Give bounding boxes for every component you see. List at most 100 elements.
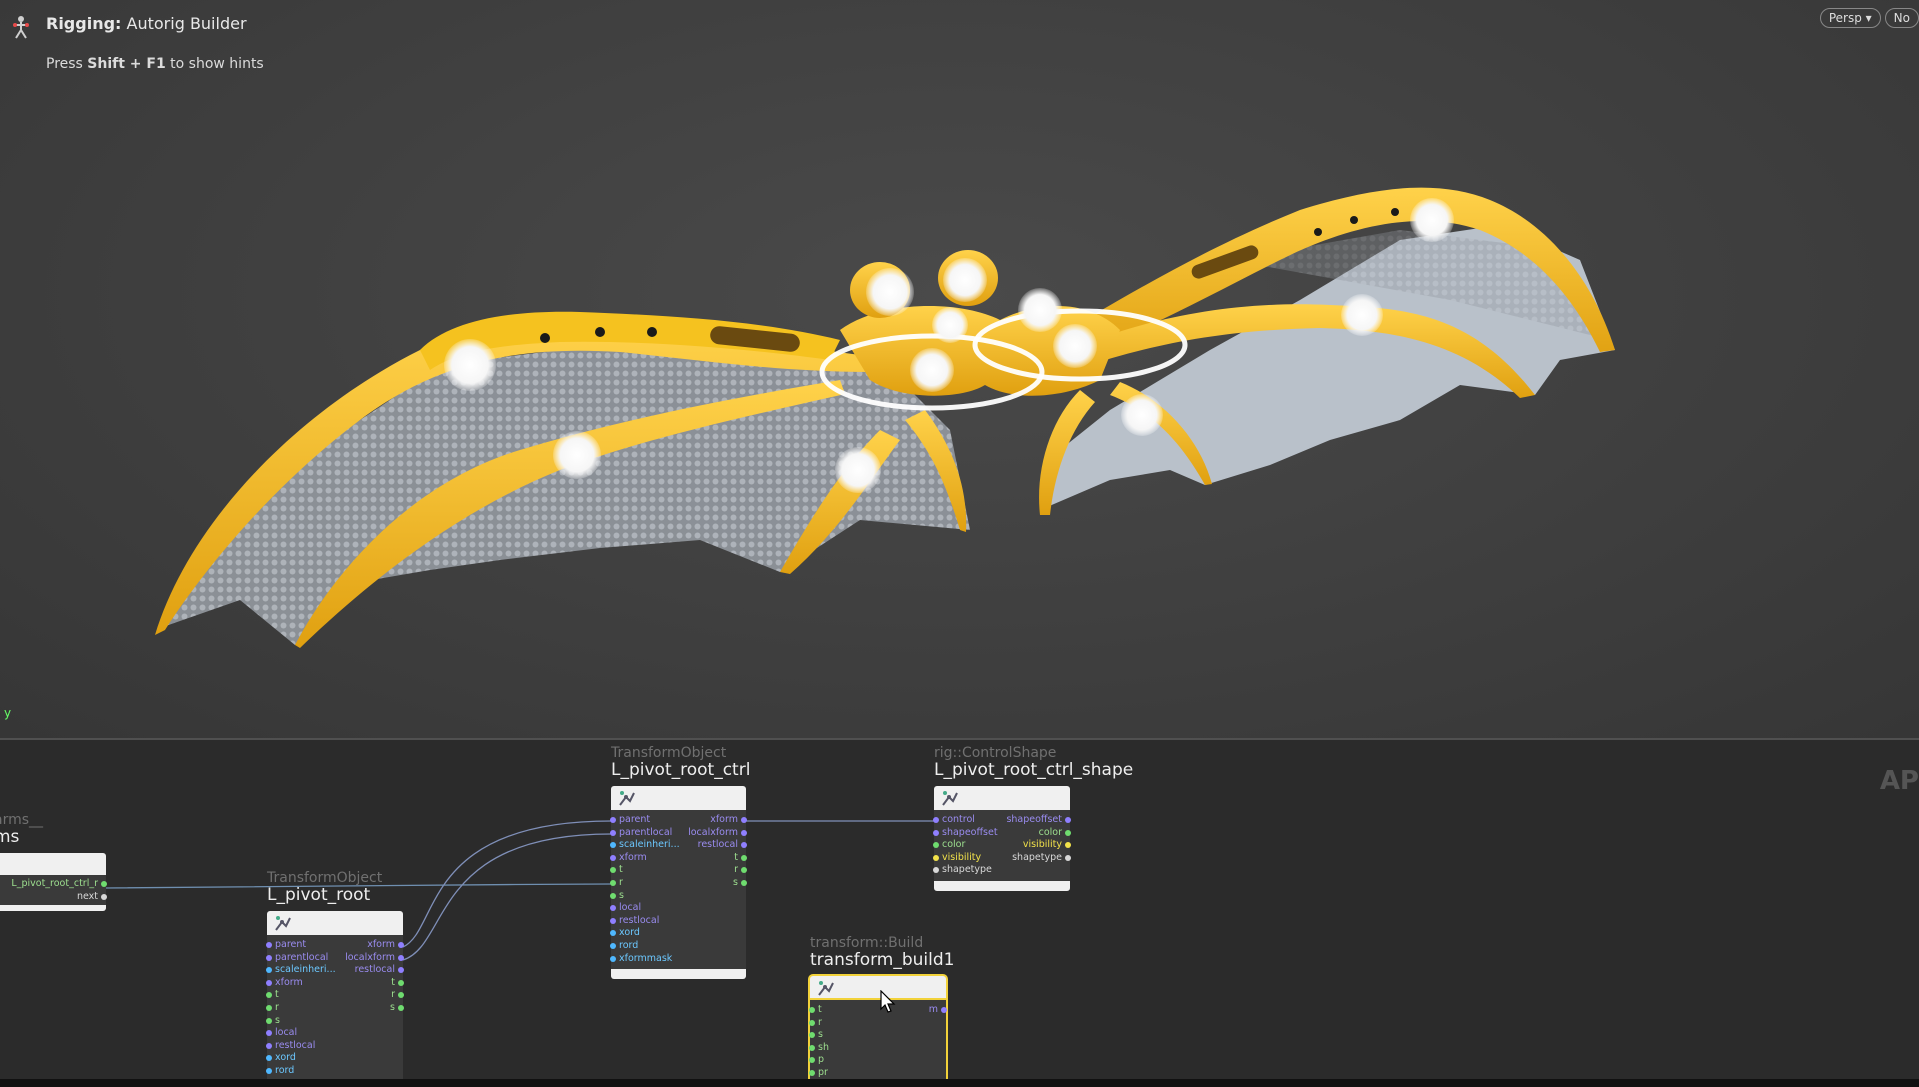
port-dot[interactable] bbox=[741, 880, 747, 886]
display-options-button[interactable]: No bbox=[1884, 8, 1919, 28]
out-port-xform[interactable]: xform bbox=[710, 814, 747, 826]
port-dot[interactable] bbox=[610, 892, 616, 899]
in-port-pr[interactable]: pr bbox=[809, 1067, 828, 1079]
in-port-t[interactable]: t bbox=[266, 989, 279, 1001]
port-dot[interactable] bbox=[610, 943, 616, 949]
port-dot[interactable] bbox=[398, 954, 404, 961]
in-port-local[interactable]: local bbox=[266, 1027, 297, 1039]
camera-menu-button[interactable]: Persp ▾ bbox=[1819, 8, 1881, 28]
port-dot[interactable] bbox=[266, 1005, 272, 1011]
port-dot[interactable] bbox=[610, 955, 616, 962]
port-dot[interactable] bbox=[933, 829, 939, 836]
node-transform-build1[interactable]: transform::Build transform_build1 t r s sh p pr… bbox=[809, 935, 954, 1081]
in-port-restlocal[interactable]: restlocal bbox=[610, 915, 659, 927]
port-dot[interactable] bbox=[610, 880, 616, 886]
port-dot[interactable] bbox=[933, 842, 939, 849]
in-port-r[interactable]: r bbox=[266, 1002, 279, 1014]
in-port-parent[interactable]: parent bbox=[266, 939, 306, 951]
port-dot[interactable] bbox=[933, 867, 939, 874]
port-dot[interactable] bbox=[266, 1068, 272, 1074]
port-dot[interactable] bbox=[266, 1042, 272, 1049]
in-port-shapetype[interactable]: shapetype bbox=[933, 864, 992, 876]
port-dot[interactable] bbox=[101, 894, 107, 900]
in-port-xord[interactable]: xord bbox=[266, 1052, 296, 1064]
node-header[interactable] bbox=[267, 911, 403, 935]
in-port-rord[interactable]: rord bbox=[610, 940, 638, 952]
node-l-pivot-root-ctrl-shape[interactable]: rig::ControlShape L_pivot_root_ctrl_shape… bbox=[933, 745, 1133, 891]
port-dot[interactable] bbox=[266, 992, 272, 999]
port-dot[interactable] bbox=[610, 817, 616, 823]
in-port-visibility[interactable]: visibility bbox=[933, 852, 981, 864]
in-port-parent[interactable]: parent bbox=[610, 814, 650, 826]
out-port-color[interactable]: color bbox=[1039, 827, 1071, 839]
in-port-scaleinheri-[interactable]: scaleinheri... bbox=[266, 964, 336, 976]
in-port-restlocal[interactable]: restlocal bbox=[266, 1040, 315, 1052]
in-port-rord[interactable]: rord bbox=[266, 1065, 294, 1077]
port-dot[interactable] bbox=[1065, 829, 1071, 836]
port-dot[interactable] bbox=[1065, 817, 1071, 823]
port-dot[interactable] bbox=[266, 967, 272, 974]
node-header[interactable] bbox=[0, 853, 106, 875]
node-header[interactable] bbox=[611, 786, 746, 810]
port-dot[interactable] bbox=[266, 954, 272, 961]
port-dot[interactable] bbox=[266, 1030, 272, 1037]
port-dot[interactable] bbox=[610, 917, 616, 924]
in-port-r[interactable]: r bbox=[610, 877, 623, 889]
port-dot[interactable] bbox=[610, 867, 616, 874]
in-port-t[interactable]: t bbox=[809, 1004, 822, 1016]
in-port-xform[interactable]: xform bbox=[610, 852, 647, 864]
network-editor[interactable]: AP arms__ ms L_pivot_root_ctrl_r next Tr… bbox=[0, 738, 1919, 1081]
out-port-shapetype[interactable]: shapetype bbox=[1012, 852, 1071, 864]
out-port-visibility[interactable]: visibility bbox=[1023, 839, 1071, 851]
in-port-s[interactable]: s bbox=[809, 1029, 823, 1041]
port-dot[interactable] bbox=[941, 1007, 947, 1013]
in-port-shapeoffset[interactable]: shapeoffset bbox=[933, 827, 998, 839]
out-port-shapeoffset[interactable]: shapeoffset bbox=[1006, 814, 1071, 826]
port-dot[interactable] bbox=[398, 1005, 404, 1011]
port-dot[interactable] bbox=[809, 1057, 815, 1064]
out-port-localxform[interactable]: localxform bbox=[345, 952, 404, 964]
out-port[interactable]: next bbox=[77, 891, 107, 903]
port-dot[interactable] bbox=[741, 817, 747, 823]
port-dot[interactable] bbox=[610, 829, 616, 836]
port-dot[interactable] bbox=[610, 854, 616, 861]
port-dot[interactable] bbox=[933, 854, 939, 861]
node-arms-partial[interactable]: arms__ ms L_pivot_root_ctrl_r next bbox=[0, 812, 107, 911]
port-dot[interactable] bbox=[741, 829, 747, 836]
port-dot[interactable] bbox=[809, 1070, 815, 1076]
in-port-r[interactable]: r bbox=[809, 1017, 822, 1029]
in-port-parentlocal[interactable]: parentlocal bbox=[266, 952, 328, 964]
port-dot[interactable] bbox=[610, 930, 616, 937]
port-dot[interactable] bbox=[266, 1055, 272, 1062]
in-port-local[interactable]: local bbox=[610, 902, 641, 914]
in-port-control[interactable]: control bbox=[933, 814, 975, 826]
in-port-parentlocal[interactable]: parentlocal bbox=[610, 827, 672, 839]
port-dot[interactable] bbox=[933, 817, 939, 823]
in-port-t[interactable]: t bbox=[610, 864, 623, 876]
in-port-s[interactable]: s bbox=[610, 890, 624, 902]
node-l-pivot-root-ctrl[interactable]: TransformObject L_pivot_root_ctrl parent pa… bbox=[610, 745, 750, 979]
in-port-scaleinheri-[interactable]: scaleinheri... bbox=[610, 839, 680, 851]
out-port-restlocal[interactable]: restlocal bbox=[355, 964, 404, 976]
out-port-t[interactable]: t bbox=[391, 977, 404, 989]
out-port-xform[interactable]: xform bbox=[367, 939, 404, 951]
out-port-t[interactable]: t bbox=[734, 852, 747, 864]
port-dot[interactable] bbox=[266, 979, 272, 986]
out-port-s[interactable]: s bbox=[733, 877, 747, 889]
port-dot[interactable] bbox=[809, 1032, 815, 1039]
out-port[interactable]: L_pivot_root_ctrl_r bbox=[11, 878, 107, 890]
port-dot[interactable] bbox=[809, 1007, 815, 1013]
port-dot[interactable] bbox=[610, 905, 616, 912]
in-port-xform[interactable]: xform bbox=[266, 977, 303, 989]
out-port-r[interactable]: r bbox=[391, 989, 404, 1001]
node-header[interactable] bbox=[810, 976, 946, 1000]
port-dot[interactable] bbox=[398, 979, 404, 986]
port-dot[interactable] bbox=[809, 1019, 815, 1026]
in-port-xord[interactable]: xord bbox=[610, 927, 640, 939]
port-dot[interactable] bbox=[809, 1044, 815, 1051]
in-port-xformmask[interactable]: xformmask bbox=[610, 953, 672, 965]
port-dot[interactable] bbox=[610, 842, 616, 849]
in-port-s[interactable]: s bbox=[266, 1015, 280, 1027]
port-dot[interactable] bbox=[101, 881, 107, 887]
out-port-localxform[interactable]: localxform bbox=[688, 827, 747, 839]
